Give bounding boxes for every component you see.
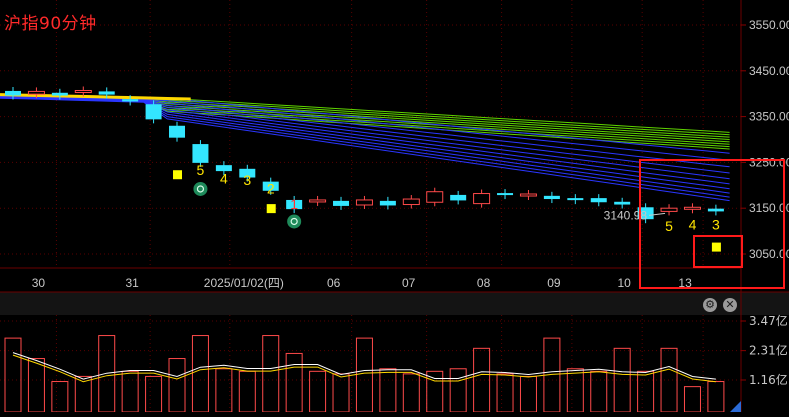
- signal-digit: 3: [712, 216, 720, 232]
- ma-line-green: [0, 96, 730, 150]
- candle-down: [567, 198, 584, 201]
- candle-down: [169, 125, 186, 138]
- x-tick-label: 09: [547, 276, 561, 290]
- candle-down: [333, 200, 350, 206]
- candle-up: [473, 193, 491, 205]
- candle-up: [74, 89, 92, 93]
- volume-bar: [121, 370, 139, 413]
- volume-bar: [590, 370, 608, 413]
- volume-bar: [168, 358, 186, 413]
- candle-down: [707, 208, 724, 212]
- vol-tick-label: 3.47亿: [749, 313, 788, 328]
- candle-up: [519, 193, 537, 197]
- volume-bar: [262, 335, 280, 413]
- candle-up: [309, 199, 327, 203]
- x-tick-label: 2025/01/02(四): [204, 276, 284, 290]
- ma-line-blue: [0, 95, 730, 168]
- signal-icon: [287, 214, 302, 229]
- vol-ma-yellow: [12, 354, 716, 383]
- chart-stage: 3550.00 3450.00 3350.00 3250.00 3150.00 3050.…: [0, 0, 789, 413]
- volume-bar: [27, 358, 45, 413]
- candle-down: [590, 198, 607, 203]
- volume-bar: [191, 335, 209, 413]
- volume-bar: [355, 337, 373, 413]
- candle-up: [402, 198, 420, 206]
- candle-down: [98, 91, 115, 95]
- volume-bar: [285, 352, 303, 413]
- y-tick-label: 3350.00: [749, 110, 789, 124]
- candle-up: [426, 191, 444, 203]
- ma-line-blue: [0, 97, 730, 202]
- x-tick-label: 10: [618, 276, 632, 290]
- vol-tick-label: 1.16亿: [749, 372, 788, 387]
- close-icon[interactable]: ✕: [723, 298, 737, 312]
- signal-digit: 3: [243, 172, 251, 188]
- volume-bar: [566, 368, 584, 413]
- signal-digit: 1: [290, 196, 298, 212]
- volume-bar: [98, 335, 116, 413]
- x-tick-label: 06: [327, 276, 341, 290]
- gear-icon[interactable]: ⚙: [703, 298, 717, 312]
- signal-square: [173, 170, 183, 180]
- volume-bar: [660, 347, 678, 413]
- ma-line-green: [0, 95, 730, 143]
- volume-bar: [707, 381, 725, 413]
- candle-up: [355, 199, 373, 206]
- candle-down: [543, 195, 560, 200]
- candle-down: [614, 201, 631, 205]
- candle-down: [51, 92, 68, 96]
- x-tick-label: 08: [477, 276, 491, 290]
- volume-bar: [238, 370, 256, 413]
- signal-digit: 5: [665, 218, 673, 234]
- signal-digit: 4: [220, 170, 228, 186]
- candle-down: [145, 104, 162, 120]
- signal-digit: 4: [689, 216, 697, 232]
- volume-bar: [683, 386, 701, 413]
- volume-bar: [379, 368, 397, 413]
- volume-bar: [637, 370, 655, 413]
- x-tick-label: 30: [32, 276, 46, 290]
- candle-down: [5, 90, 21, 96]
- vol-ma-white: [12, 352, 716, 380]
- volume-bar: [519, 375, 537, 413]
- y-tick-label: 3450.00: [749, 64, 789, 78]
- signal-digit: 2: [267, 181, 275, 197]
- candle-down: [192, 144, 209, 163]
- x-tick-label: 31: [125, 276, 139, 290]
- candle-down: [379, 200, 396, 206]
- signal-icon: [193, 181, 208, 196]
- ma-line-green: [0, 95, 730, 145]
- candle-down: [450, 194, 467, 201]
- volume-bar: [332, 373, 350, 413]
- volume-bar: [51, 381, 69, 413]
- corner-resize-handle: [730, 401, 741, 412]
- candle-up: [27, 90, 45, 95]
- panel-separator: [0, 292, 789, 315]
- vol-tick-label: 2.31亿: [749, 343, 788, 358]
- x-tick-label: 07: [402, 276, 416, 290]
- volume-bar: [426, 370, 444, 413]
- candle-down: [497, 193, 514, 196]
- signal-square: [711, 242, 721, 252]
- volume-bar: [309, 370, 327, 413]
- signal-digit: 5: [197, 162, 205, 178]
- signal-square: [266, 204, 276, 214]
- y-tick-label: 3550.00: [749, 18, 789, 32]
- candle-up: [660, 207, 678, 212]
- volume-bar: [496, 373, 514, 413]
- candle-up: [683, 206, 701, 210]
- volume-bar: [449, 368, 467, 413]
- candle-down: [122, 99, 139, 102]
- candlestick-chart[interactable]: 3550.003450.003350.003250.003150.003050.…: [0, 0, 789, 413]
- chart-title: 沪指90分钟: [4, 14, 97, 34]
- volume-bar: [145, 375, 163, 413]
- volume-bar: [4, 337, 22, 413]
